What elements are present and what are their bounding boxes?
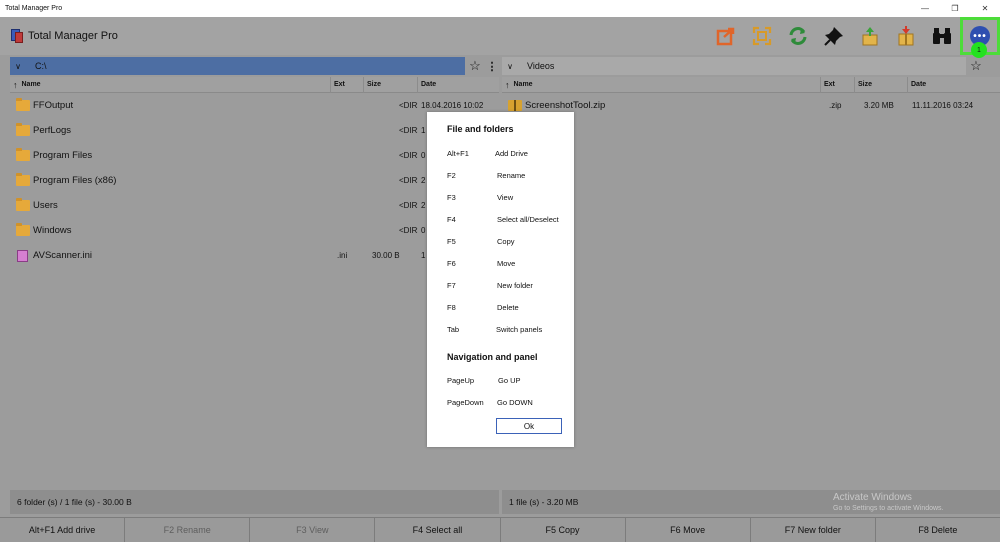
favorite-star-icon[interactable]: ☆ bbox=[966, 58, 986, 74]
folder-icon bbox=[16, 173, 30, 186]
col-name[interactable]: ↑ Name bbox=[502, 76, 821, 93]
toolbar: ••• bbox=[708, 17, 1000, 55]
right-path: Videos bbox=[527, 61, 555, 71]
chevron-down-icon: ∨ bbox=[15, 61, 21, 71]
left-panel[interactable]: ∨ C:\ ☆ ⋮ ↑ Name Ext Size Date FFOutput <… bbox=[10, 55, 499, 515]
shortcut-row: F2 Rename bbox=[447, 171, 526, 180]
shortcut-row: F6 Move bbox=[447, 259, 516, 268]
app-logo-icon bbox=[11, 29, 23, 43]
pin-icon[interactable] bbox=[816, 17, 852, 55]
dialog-section-title: Navigation and panel bbox=[447, 352, 538, 362]
shortcut-row: PageUp Go UP bbox=[447, 376, 521, 385]
sort-arrow-icon: ↑ bbox=[505, 79, 510, 90]
add-drive-button[interactable]: Alt+F1 Add drive bbox=[0, 517, 126, 542]
move-button[interactable]: F6 Move bbox=[625, 517, 751, 542]
right-path-bar: ∨ Videos ☆ bbox=[502, 55, 1000, 77]
shortcut-row: Tab Switch panels bbox=[447, 325, 543, 334]
window-title: Total Manager Pro bbox=[5, 5, 63, 12]
list-item[interactable]: ScreenshotTool.zip .zip 3.20 MB 11.11.20… bbox=[502, 93, 1000, 118]
activation-watermark: Activate Windows Go to Settings to activ… bbox=[833, 492, 944, 512]
shortcut-row: Alt+F1 Add Drive bbox=[447, 149, 528, 158]
right-file-list[interactable]: ScreenshotTool.zip .zip 3.20 MB 11.11.20… bbox=[502, 93, 1000, 490]
view-button[interactable]: F3 View bbox=[250, 517, 376, 542]
folder-icon bbox=[16, 123, 30, 136]
folder-icon bbox=[16, 223, 30, 236]
col-size[interactable]: Size bbox=[364, 76, 418, 93]
function-key-bar: Alt+F1 Add drive F2 Rename F3 View F4 Se… bbox=[0, 517, 1000, 542]
list-item[interactable]: AVScanner.ini .ini 30.00 B 1 bbox=[10, 243, 499, 268]
list-item[interactable]: Program Files (x86) <DIR> 2 bbox=[10, 168, 499, 193]
left-column-header: ↑ Name Ext Size Date bbox=[10, 76, 499, 93]
shortcut-row: PageDown Go DOWN bbox=[447, 398, 533, 407]
app-header: Total Manager Pro ••• bbox=[0, 17, 1000, 55]
share-icon[interactable] bbox=[708, 17, 744, 55]
shortcuts-dialog: File and folders Alt+F1 Add Drive F2 Renam… bbox=[427, 112, 574, 447]
rename-button[interactable]: F2 Rename bbox=[125, 517, 251, 542]
refresh-icon[interactable] bbox=[780, 17, 816, 55]
fullscreen-icon[interactable] bbox=[744, 17, 780, 55]
folder-icon bbox=[16, 198, 30, 211]
left-path-bar: ∨ C:\ ☆ ⋮ bbox=[10, 55, 499, 77]
col-name[interactable]: ↑ Name bbox=[10, 76, 331, 93]
list-item[interactable]: PerfLogs <DIR> 1 bbox=[10, 118, 499, 143]
zip-file-icon bbox=[508, 100, 522, 111]
shortcut-row: F8 Delete bbox=[447, 303, 519, 312]
select-all-button[interactable]: F4 Select all bbox=[375, 517, 501, 542]
list-item[interactable]: Users <DIR> 2 bbox=[10, 193, 499, 218]
col-date[interactable]: Date bbox=[908, 77, 1000, 93]
panel-menu-icon[interactable]: ⋮ bbox=[485, 60, 499, 73]
folder-icon bbox=[16, 98, 30, 111]
col-ext[interactable]: Ext bbox=[331, 76, 364, 93]
restore-button[interactable]: ❐ bbox=[940, 0, 970, 17]
title-bar: Total Manager Pro — ❐ ✕ bbox=[0, 0, 1000, 17]
right-panel[interactable]: ∨ Videos ☆ ↑ Name Ext Size Date Screensho… bbox=[502, 55, 1000, 515]
app-name: Total Manager Pro bbox=[28, 30, 118, 42]
list-item[interactable]: FFOutput <DIR> 18.04.2016 10:02 bbox=[10, 93, 499, 118]
list-item[interactable]: Windows <DIR> 0 bbox=[10, 218, 499, 243]
col-ext[interactable]: Ext bbox=[821, 76, 855, 93]
chevron-down-icon: ∨ bbox=[507, 61, 513, 71]
dialog-section-title: File and folders bbox=[447, 124, 514, 134]
copy-button[interactable]: F5 Copy bbox=[500, 517, 626, 542]
left-path: C:\ bbox=[35, 61, 47, 71]
delete-button[interactable]: F8 Delete bbox=[875, 517, 1000, 542]
left-status-bar: 6 folder (s) / 1 file (s) - 30.00 B bbox=[10, 490, 499, 514]
new-folder-button[interactable]: F7 New folder bbox=[750, 517, 876, 542]
ok-button[interactable]: Ok bbox=[496, 418, 562, 434]
shortcut-row: F4 Select all/Deselect bbox=[447, 215, 559, 224]
unpack-icon[interactable] bbox=[888, 17, 924, 55]
favorite-star-icon[interactable]: ☆ bbox=[465, 58, 485, 74]
left-path-dropdown[interactable]: ∨ C:\ bbox=[10, 57, 465, 75]
col-date[interactable]: Date bbox=[418, 77, 499, 93]
sort-arrow-icon: ↑ bbox=[13, 79, 18, 90]
col-size[interactable]: Size bbox=[855, 76, 908, 93]
right-column-header: ↑ Name Ext Size Date bbox=[502, 76, 1000, 93]
minimize-button[interactable]: — bbox=[910, 0, 940, 17]
shortcut-row: F7 New folder bbox=[447, 281, 533, 290]
binoculars-icon[interactable] bbox=[924, 17, 960, 55]
ini-file-icon bbox=[17, 249, 28, 262]
right-path-dropdown[interactable]: ∨ Videos bbox=[502, 57, 966, 75]
shortcut-row: F5 Copy bbox=[447, 237, 515, 246]
folder-icon bbox=[16, 148, 30, 161]
pack-icon[interactable] bbox=[852, 17, 888, 55]
left-file-list[interactable]: FFOutput <DIR> 18.04.2016 10:02 PerfLogs… bbox=[10, 93, 499, 490]
shortcut-row: F3 View bbox=[447, 193, 514, 202]
close-button[interactable]: ✕ bbox=[970, 0, 1000, 17]
list-item[interactable]: Program Files <DIR> 0 bbox=[10, 143, 499, 168]
